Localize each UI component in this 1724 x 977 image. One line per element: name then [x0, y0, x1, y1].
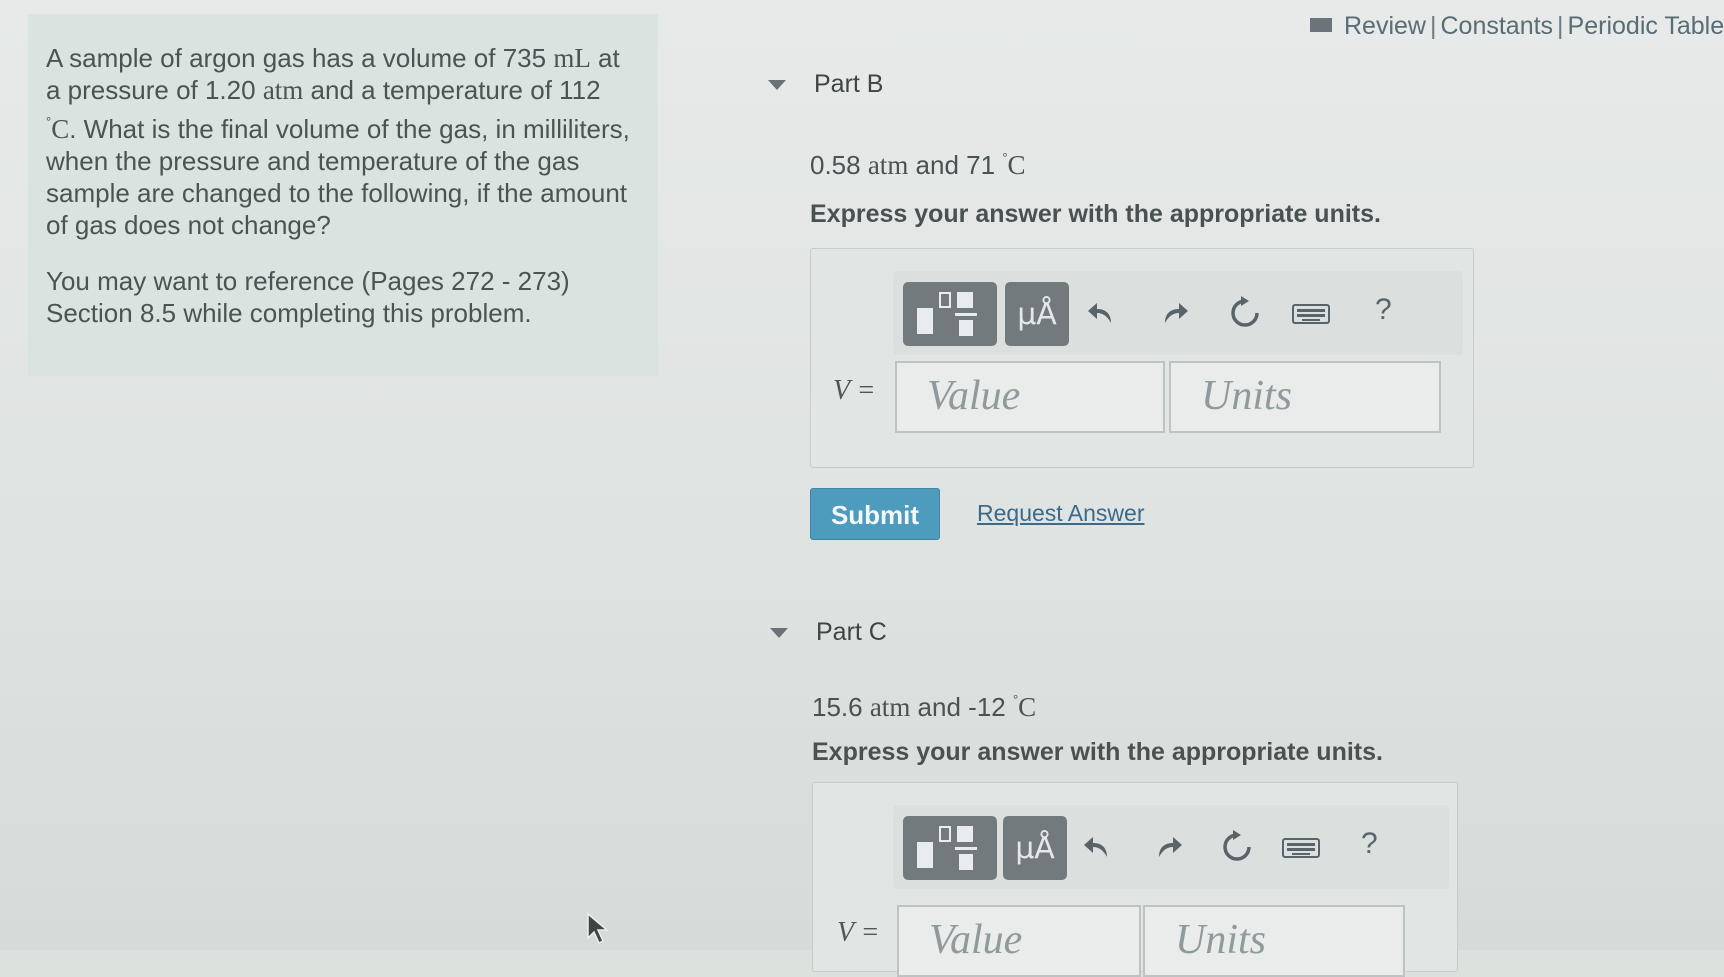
part-b-header[interactable]: Part B	[768, 70, 884, 99]
undo-icon[interactable]	[1085, 295, 1121, 331]
units-symbol: µÅ	[1015, 831, 1055, 866]
part-c-toolbar: µÅ ?	[893, 805, 1449, 889]
problem-text-segment: . What is the final volume of the gas, i…	[46, 114, 630, 240]
given-value: and -12	[910, 692, 1013, 722]
fraction-templates-icon[interactable]	[903, 816, 997, 880]
request-answer-link[interactable]: Request Answer	[977, 500, 1144, 527]
units-icon[interactable]: µÅ	[1003, 816, 1067, 880]
caret-down-icon[interactable]	[768, 80, 786, 90]
redo-icon[interactable]	[1155, 295, 1191, 331]
unit-atm: atm	[867, 150, 909, 180]
keyboard-icon[interactable]	[1291, 295, 1331, 331]
units-icon[interactable]: µÅ	[1005, 282, 1069, 346]
part-b-instruction: Express your answer with the appropriate…	[810, 200, 1381, 228]
problem-statement: A sample of argon gas has a volume of 73…	[46, 42, 636, 241]
given-value: 15.6	[812, 692, 870, 722]
unit-ml: mL	[553, 43, 591, 73]
top-links: Review | Constants | Periodic Table	[1310, 12, 1724, 41]
value-input[interactable]: Value	[897, 905, 1141, 977]
part-b-given: 0.58 atm and 71 °C	[810, 150, 1026, 181]
units-input[interactable]: Units	[1143, 905, 1405, 977]
periodic-table-link[interactable]: Periodic Table	[1568, 12, 1724, 40]
cursor-icon	[586, 912, 610, 945]
given-value: 0.58	[810, 150, 868, 180]
link-separator: |	[1429, 12, 1437, 40]
variable-label: V =	[837, 917, 880, 948]
part-c-title: Part C	[816, 618, 887, 646]
unit-atm: atm	[262, 75, 304, 105]
problem-text-segment: and a temperature of 112	[303, 75, 601, 105]
problem-panel: A sample of argon gas has a volume of 73…	[28, 14, 658, 376]
redo-icon[interactable]	[1149, 829, 1185, 865]
help-icon[interactable]: ?	[1375, 293, 1392, 327]
part-b-toolbar: µÅ ?	[893, 271, 1463, 355]
value-input[interactable]: Value	[895, 361, 1165, 433]
reset-icon[interactable]	[1227, 295, 1263, 331]
variable-label: V =	[833, 375, 876, 406]
given-value: and 71	[908, 150, 1003, 180]
part-c-given: 15.6 atm and -12 °C	[812, 692, 1036, 723]
submit-button[interactable]: Submit	[810, 488, 940, 540]
unit-celsius: C	[1007, 150, 1026, 180]
caret-down-icon[interactable]	[770, 628, 788, 638]
link-separator: |	[1557, 12, 1564, 40]
reference-text: You may want to reference (Pages 272 - 2…	[46, 266, 570, 328]
page: A sample of argon gas has a volume of 73…	[0, 0, 1724, 977]
problem-text-segment: A sample of argon gas has a volume of 73…	[46, 43, 554, 73]
units-input[interactable]: Units	[1169, 361, 1441, 433]
part-c-instruction: Express your answer with the appropriate…	[812, 738, 1383, 766]
help-icon[interactable]: ?	[1361, 827, 1378, 861]
keyboard-icon[interactable]	[1281, 829, 1321, 865]
constants-link[interactable]: Constants	[1440, 12, 1553, 40]
part-c-answer-box: µÅ ? V = Value Units	[812, 782, 1458, 977]
reset-icon[interactable]	[1219, 829, 1255, 865]
part-c-header[interactable]: Part C	[770, 618, 887, 647]
unit-celsius: C	[1018, 692, 1037, 722]
book-icon	[1310, 18, 1332, 32]
unit-atm: atm	[869, 692, 911, 722]
unit-celsius: C	[51, 114, 70, 144]
undo-icon[interactable]	[1081, 829, 1117, 865]
fraction-templates-icon[interactable]	[903, 282, 997, 346]
review-link[interactable]: Review	[1344, 12, 1426, 40]
part-b-title: Part B	[814, 70, 884, 98]
units-symbol: µÅ	[1017, 297, 1057, 332]
part-b-answer-box: µÅ ? V = Value Units	[810, 248, 1474, 468]
